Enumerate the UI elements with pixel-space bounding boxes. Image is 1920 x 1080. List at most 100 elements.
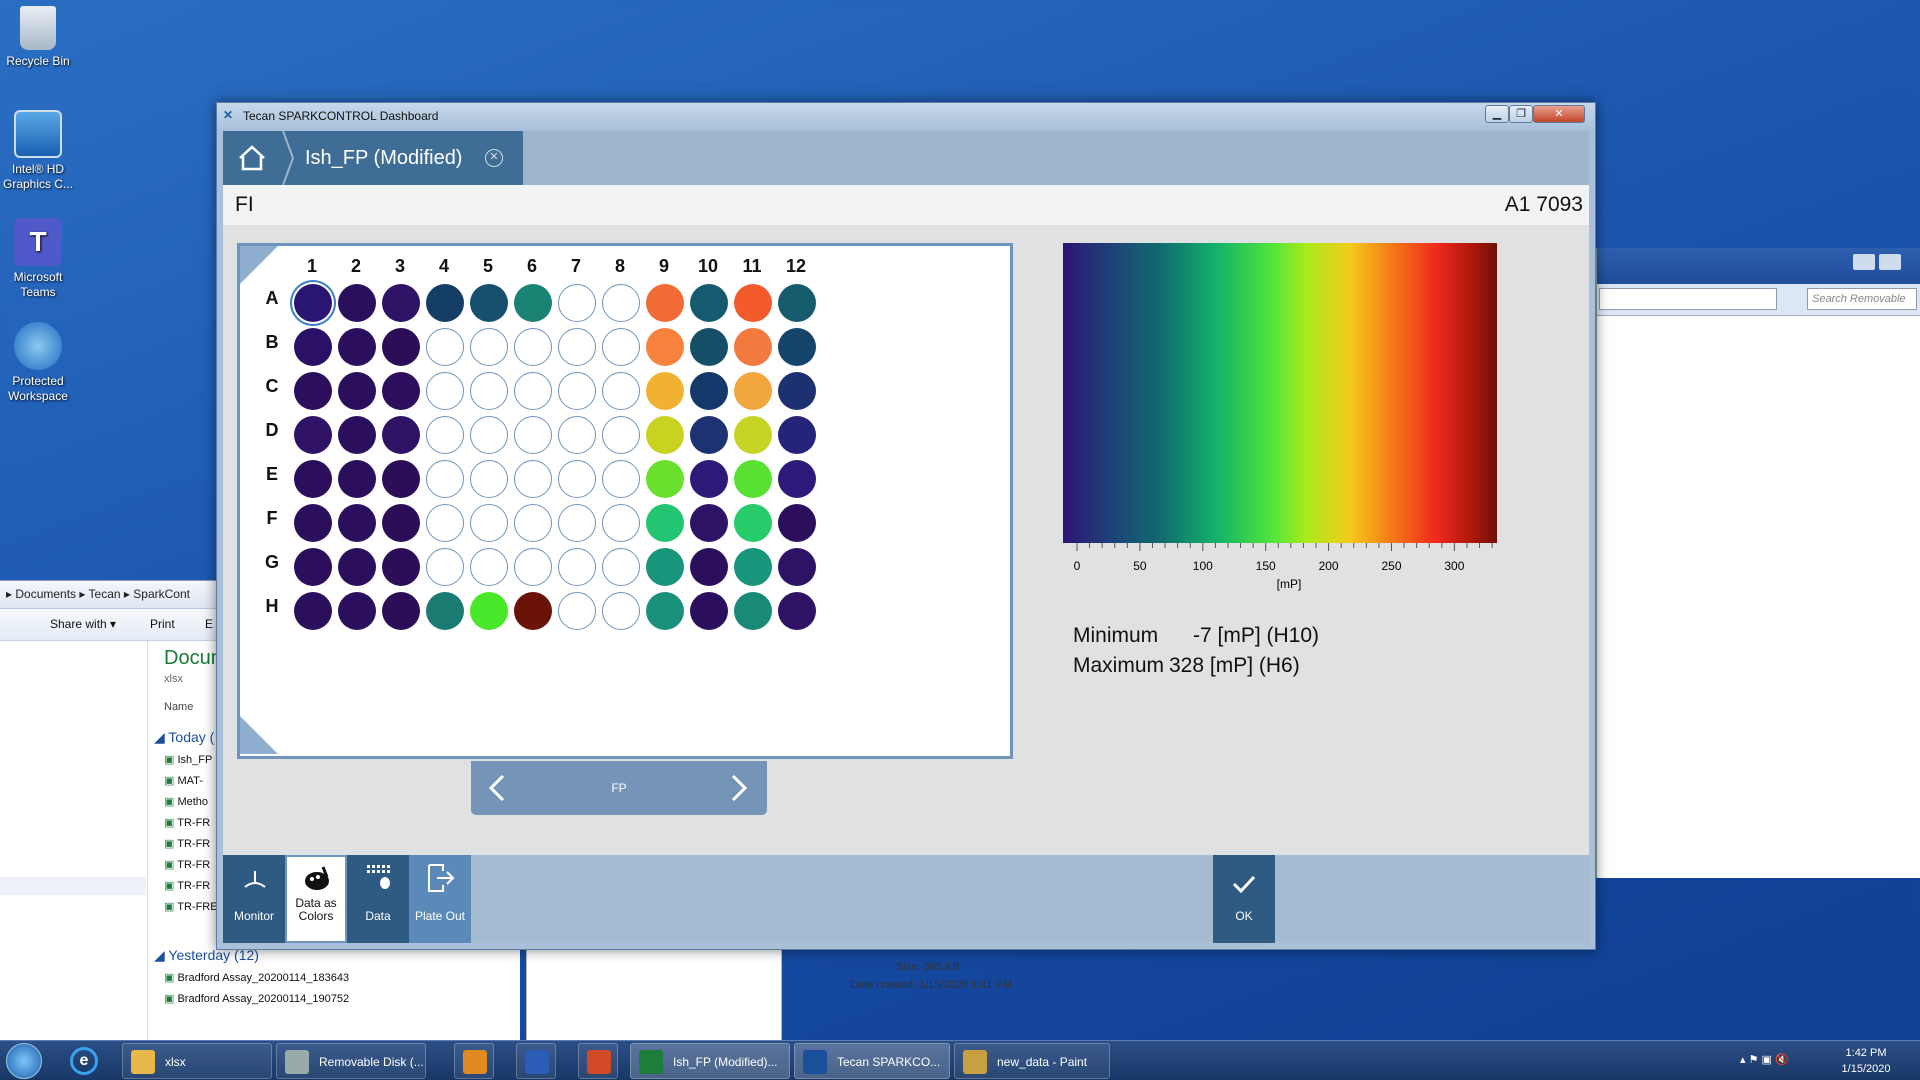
address-field[interactable] bbox=[1599, 288, 1777, 310]
well-C1[interactable] bbox=[294, 372, 332, 410]
restore-button[interactable]: ❐ bbox=[1509, 105, 1533, 123]
well-F1[interactable] bbox=[294, 504, 332, 542]
desktop-icon-intel-graphics[interactable]: Intel® HD Graphics C... bbox=[0, 110, 76, 192]
file-list-item[interactable]: ▣ Metho bbox=[164, 795, 208, 808]
file-list-item[interactable]: ▣ TR-FR bbox=[164, 879, 210, 892]
well-E8[interactable] bbox=[602, 460, 640, 498]
well-G1[interactable] bbox=[294, 548, 332, 586]
column-header[interactable]: 8 bbox=[600, 256, 640, 277]
well-H7[interactable] bbox=[558, 592, 596, 630]
start-button[interactable] bbox=[6, 1043, 42, 1079]
minimize-button[interactable]: ▁ bbox=[1485, 105, 1509, 123]
well-G7[interactable] bbox=[558, 548, 596, 586]
column-header[interactable]: 12 bbox=[776, 256, 816, 277]
column-header[interactable]: 3 bbox=[380, 256, 420, 277]
well-D8[interactable] bbox=[602, 416, 640, 454]
well-H9[interactable] bbox=[646, 592, 684, 630]
well-F12[interactable] bbox=[778, 504, 816, 542]
well-C10[interactable] bbox=[690, 372, 728, 410]
well-G12[interactable] bbox=[778, 548, 816, 586]
file-list-item[interactable]: ▣ Bradford Assay_20200114_183643 bbox=[164, 971, 349, 984]
well-E12[interactable] bbox=[778, 460, 816, 498]
well-F6[interactable] bbox=[514, 504, 552, 542]
taskbar-item[interactable]: Removable Disk (... bbox=[276, 1043, 426, 1079]
well-A12[interactable] bbox=[778, 284, 816, 322]
well-A10[interactable] bbox=[690, 284, 728, 322]
well-D9[interactable] bbox=[646, 416, 684, 454]
row-header[interactable]: D bbox=[260, 420, 284, 441]
close-button[interactable]: ✕ bbox=[1533, 105, 1585, 123]
well-H5[interactable] bbox=[470, 592, 508, 630]
well-G5[interactable] bbox=[470, 548, 508, 586]
well-B6[interactable] bbox=[514, 328, 552, 366]
well-A5[interactable] bbox=[470, 284, 508, 322]
desktop-icon-teams[interactable]: T Microsoft Teams bbox=[0, 218, 76, 300]
row-header[interactable]: F bbox=[260, 508, 284, 529]
row-header[interactable]: E bbox=[260, 464, 284, 485]
well-H4[interactable] bbox=[426, 592, 464, 630]
well-B12[interactable] bbox=[778, 328, 816, 366]
well-C3[interactable] bbox=[382, 372, 420, 410]
column-header[interactable]: 4 bbox=[424, 256, 464, 277]
home-button[interactable] bbox=[223, 131, 281, 185]
well-E10[interactable] bbox=[690, 460, 728, 498]
well-E4[interactable] bbox=[426, 460, 464, 498]
well-C4[interactable] bbox=[426, 372, 464, 410]
well-C9[interactable] bbox=[646, 372, 684, 410]
row-header[interactable]: C bbox=[260, 376, 284, 397]
well-G3[interactable] bbox=[382, 548, 420, 586]
well-A4[interactable] bbox=[426, 284, 464, 322]
well-A7[interactable] bbox=[558, 284, 596, 322]
well-F2[interactable] bbox=[338, 504, 376, 542]
taskbar-item[interactable] bbox=[454, 1043, 494, 1079]
well-D10[interactable] bbox=[690, 416, 728, 454]
row-header[interactable]: A bbox=[260, 288, 284, 309]
well-F7[interactable] bbox=[558, 504, 596, 542]
breadcrumb-item[interactable]: SparkCont bbox=[133, 587, 190, 601]
share-with-button[interactable]: Share with ▾ bbox=[50, 617, 116, 631]
breadcrumb-item[interactable]: Documents bbox=[15, 587, 76, 601]
well-D12[interactable] bbox=[778, 416, 816, 454]
well-G6[interactable] bbox=[514, 548, 552, 586]
well-G9[interactable] bbox=[646, 548, 684, 586]
breadcrumb-item[interactable]: Tecan bbox=[89, 587, 121, 601]
row-header[interactable]: G bbox=[260, 552, 284, 573]
well-A3[interactable] bbox=[382, 284, 420, 322]
taskbar-item[interactable]: Ish_FP (Modified)... bbox=[630, 1043, 790, 1079]
well-B2[interactable] bbox=[338, 328, 376, 366]
well-H6[interactable] bbox=[514, 592, 552, 630]
internet-explorer-icon[interactable]: e bbox=[70, 1047, 98, 1075]
column-header[interactable]: 1 bbox=[292, 256, 332, 277]
well-C8[interactable] bbox=[602, 372, 640, 410]
well-A1[interactable] bbox=[294, 284, 332, 322]
file-list-item[interactable]: ▣ TR-FR bbox=[164, 816, 210, 829]
well-G4[interactable] bbox=[426, 548, 464, 586]
row-header[interactable]: H bbox=[260, 596, 284, 617]
row-header[interactable]: B bbox=[260, 332, 284, 353]
monitor-button[interactable]: Monitor bbox=[223, 855, 285, 943]
well-G2[interactable] bbox=[338, 548, 376, 586]
well-F9[interactable] bbox=[646, 504, 684, 542]
well-A9[interactable] bbox=[646, 284, 684, 322]
taskbar-item[interactable]: Tecan SPARKCO... bbox=[794, 1043, 950, 1079]
well-A2[interactable] bbox=[338, 284, 376, 322]
well-B10[interactable] bbox=[690, 328, 728, 366]
taskbar-item[interactable] bbox=[578, 1043, 618, 1079]
group-today[interactable]: ◢ Today ( bbox=[154, 729, 214, 746]
well-E7[interactable] bbox=[558, 460, 596, 498]
well-H3[interactable] bbox=[382, 592, 420, 630]
well-B5[interactable] bbox=[470, 328, 508, 366]
well-B4[interactable] bbox=[426, 328, 464, 366]
well-C12[interactable] bbox=[778, 372, 816, 410]
well-C6[interactable] bbox=[514, 372, 552, 410]
taskbar-item[interactable] bbox=[516, 1043, 556, 1079]
well-H2[interactable] bbox=[338, 592, 376, 630]
well-F3[interactable] bbox=[382, 504, 420, 542]
well-E5[interactable] bbox=[470, 460, 508, 498]
well-E9[interactable] bbox=[646, 460, 684, 498]
well-A6[interactable] bbox=[514, 284, 552, 322]
well-F4[interactable] bbox=[426, 504, 464, 542]
well-A11[interactable] bbox=[734, 284, 772, 322]
well-G10[interactable] bbox=[690, 548, 728, 586]
file-list-item[interactable]: ▣ Bradford Assay_20200114_190752 bbox=[164, 992, 349, 1005]
